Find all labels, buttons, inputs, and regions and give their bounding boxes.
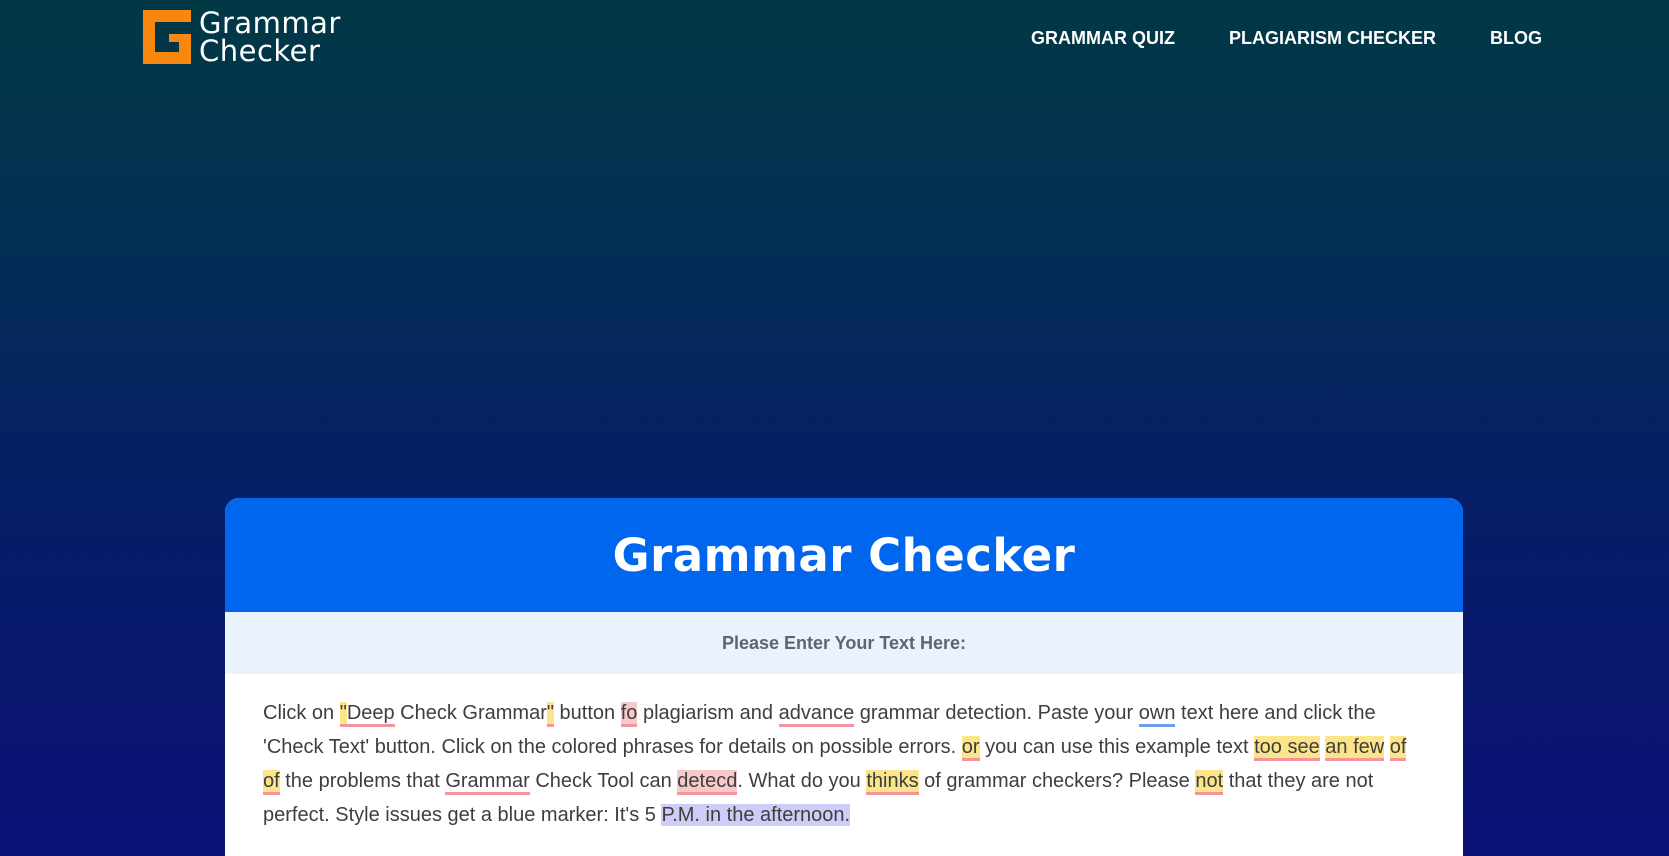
highlight-or[interactable]: or xyxy=(961,736,980,761)
highlight-fo[interactable]: fo xyxy=(620,702,638,727)
site-logo[interactable]: Grammar Checker xyxy=(139,6,341,68)
highlight-too-see[interactable]: too see xyxy=(1254,736,1320,761)
card-header: Grammar Checker xyxy=(225,498,1463,612)
highlight-an-few[interactable]: an few xyxy=(1325,736,1385,761)
logo-text-line1: Grammar xyxy=(199,6,341,40)
nav-grammar-quiz[interactable]: GRAMMAR QUIZ xyxy=(1031,28,1175,49)
highlight-deep[interactable]: Deep xyxy=(346,702,395,727)
text-segment: Click on xyxy=(263,702,340,724)
highlight-detecd[interactable]: detecd xyxy=(677,770,738,795)
text-segment xyxy=(1384,736,1390,758)
text-segment: of grammar checkers? Please xyxy=(918,770,1196,792)
nav-plagiarism-checker[interactable]: PLAGIARISM CHECKER xyxy=(1229,28,1436,49)
nav-blog[interactable]: BLOG xyxy=(1490,28,1542,49)
highlight-not[interactable]: not xyxy=(1195,770,1224,795)
highlight-pm-afternoon[interactable]: P.M. in the afternoon. xyxy=(661,804,851,826)
text-segment: plagiarism and xyxy=(637,702,779,724)
text-editor[interactable]: Click on "Deep Check Grammar" button fo … xyxy=(225,674,1463,832)
logo-g-icon xyxy=(143,10,191,64)
text-segment: . What do you xyxy=(737,770,867,792)
highlight-grammar[interactable]: Grammar xyxy=(445,770,530,795)
highlight-own[interactable]: own xyxy=(1138,702,1176,727)
text-segment: grammar detection. Paste your xyxy=(854,702,1139,724)
highlight-quote-open[interactable]: " xyxy=(339,702,347,727)
logo-text-line2: Checker xyxy=(199,34,321,68)
grammar-checker-card: Grammar Checker Please Enter Your Text H… xyxy=(225,498,1463,856)
main-nav: GRAMMAR QUIZ PLAGIARISM CHECKER BLOG xyxy=(1031,28,1542,49)
text-segment: Check Tool can xyxy=(529,770,678,792)
site-header: Grammar Checker GRAMMAR QUIZ PLAGIARISM … xyxy=(0,0,1669,80)
text-segment: button xyxy=(553,702,621,724)
highlight-advance[interactable]: advance xyxy=(778,702,855,727)
card-title: Grammar Checker xyxy=(612,528,1076,582)
text-segment: you can use this example text xyxy=(979,736,1255,758)
input-prompt: Please Enter Your Text Here: xyxy=(225,612,1463,674)
logo-text: Grammar Checker xyxy=(199,6,341,68)
highlight-thinks[interactable]: thinks xyxy=(866,770,919,795)
text-segment: Check Grammar xyxy=(394,702,547,724)
highlight-quote-close[interactable]: " xyxy=(546,702,554,727)
text-segment: the problems that xyxy=(279,770,446,792)
